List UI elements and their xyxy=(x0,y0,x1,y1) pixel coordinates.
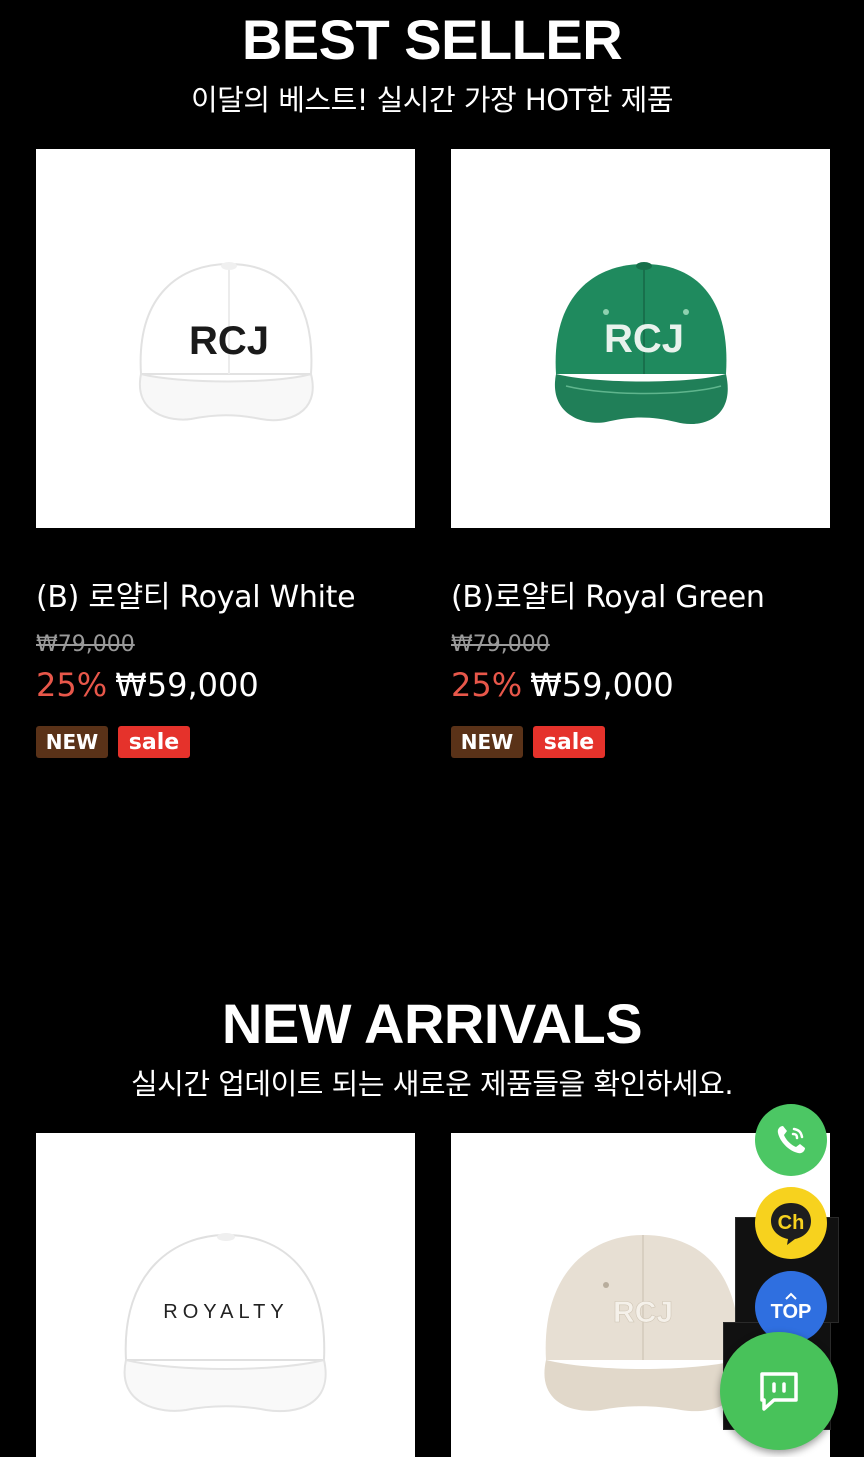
product-card[interactable]: ROYALTY xyxy=(36,1133,415,1457)
cap-illustration: RCJ xyxy=(554,261,728,424)
cap-illustration: ROYALTY xyxy=(123,1233,327,1413)
new-badge: NEW xyxy=(36,726,108,758)
badges: NEW sale xyxy=(451,726,830,758)
phone-icon xyxy=(777,1126,805,1154)
product-image[interactable]: RCJ xyxy=(451,149,830,528)
chat-button[interactable] xyxy=(720,1332,838,1450)
cap-logo: RCJ xyxy=(603,317,683,361)
new-badge: NEW xyxy=(451,726,523,758)
best-seller-subtitle: 이달의 베스트! 실시간 가장 HOT한 제품 xyxy=(190,83,674,117)
product-name[interactable]: (B)로얄티 Royal Green xyxy=(451,580,830,616)
cap-logo: ROYALTY xyxy=(163,1301,288,1323)
product-name[interactable]: (B) 로얄티 Royal White xyxy=(36,580,415,616)
product-card[interactable]: RCJ (B) 로얄티 Royal White ₩79,000 25% ₩59,0… xyxy=(36,149,415,758)
new-arrivals-subtitle: 실시간 업데이트 되는 새로운 제품들을 확인하세요. xyxy=(130,1067,734,1101)
chat-icon xyxy=(760,1372,798,1411)
best-seller-title: BEST SELLER xyxy=(241,8,623,71)
original-price: ₩79,000 xyxy=(36,632,135,657)
badges: NEW sale xyxy=(36,726,415,758)
cap-logo: RCJ xyxy=(188,319,268,363)
sale-badge: sale xyxy=(533,726,605,758)
price-row: 25% ₩59,000 xyxy=(451,666,830,704)
chevron-up-icon xyxy=(785,1292,797,1300)
channel-chat-button[interactable]: Ch xyxy=(755,1187,827,1259)
cap-logo: RCJ xyxy=(612,1296,672,1329)
channel-label: Ch xyxy=(777,1211,805,1234)
original-price: ₩79,000 xyxy=(451,632,550,657)
call-button[interactable] xyxy=(755,1104,827,1176)
sale-badge: sale xyxy=(118,726,190,758)
top-label: TOP xyxy=(770,1301,812,1323)
top-button[interactable]: TOP xyxy=(755,1271,827,1343)
sale-price: ₩59,000 xyxy=(530,666,674,704)
new-arrivals-title: NEW ARRIVALS xyxy=(221,992,643,1055)
product-image[interactable]: RCJ xyxy=(36,149,415,528)
price-row: 25% ₩59,000 xyxy=(36,666,415,704)
discount-rate: 25% xyxy=(451,666,523,704)
product-card[interactable]: RCJ (B)로얄티 Royal Green ₩79,000 25% ₩59,00… xyxy=(451,149,830,758)
product-image[interactable]: ROYALTY xyxy=(36,1133,415,1457)
cap-illustration: RCJ xyxy=(138,261,314,421)
sale-price: ₩59,000 xyxy=(115,666,259,704)
discount-rate: 25% xyxy=(36,666,108,704)
